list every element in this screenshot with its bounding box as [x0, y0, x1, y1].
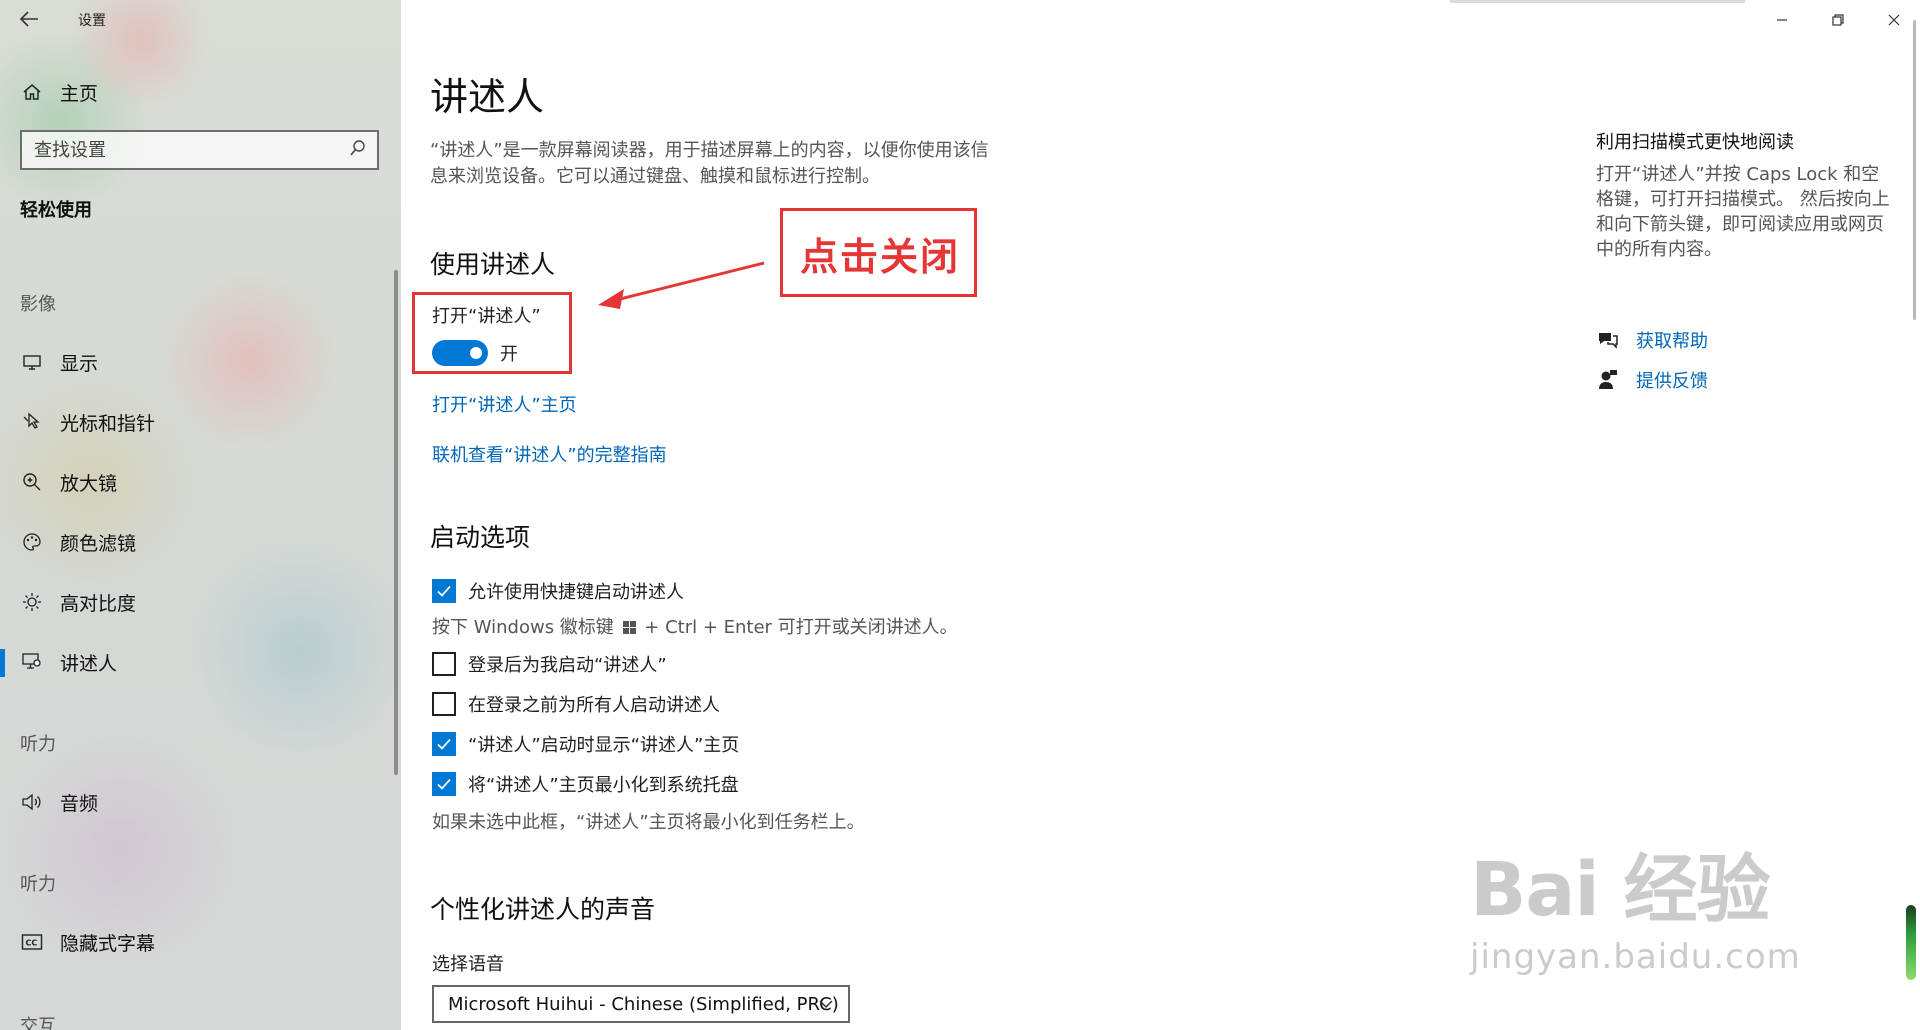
sidebar-item-label: 主页: [60, 82, 99, 105]
sidebar-item-high-contrast[interactable]: 高对比度: [0, 582, 390, 622]
get-help-link[interactable]: 获取帮助: [1596, 326, 1708, 354]
narrator-icon: [20, 650, 44, 674]
checkbox-before-login-row[interactable]: 在登录之前为所有人启动讲述人: [432, 690, 720, 718]
sidebar-item-magnifier[interactable]: 放大镜: [0, 462, 390, 502]
sidebar-item-cursor[interactable]: 光标和指针: [0, 402, 390, 442]
shortcut-hint: 按下 Windows 徽标键 + Ctrl + Enter 可打开或关闭讲述人。: [432, 613, 958, 639]
tip-title: 利用扫描模式更快地阅读: [1596, 132, 1794, 153]
search-box: [20, 130, 379, 170]
feedback-label: 提供反馈: [1636, 371, 1708, 392]
checkbox-after-login-row[interactable]: 登录后为我启动“讲述人”: [432, 650, 667, 678]
watermark: Bai 经验 jingyan.baidu.com: [1470, 830, 1801, 977]
palette-icon: [20, 530, 44, 554]
watermark-logo: Bai 经验: [1470, 847, 1770, 933]
get-help-label: 获取帮助: [1636, 331, 1708, 352]
section-startup: 启动选项: [430, 523, 531, 552]
sidebar-item-label: 光标和指针: [60, 412, 156, 435]
chevron-down-icon: [819, 1000, 833, 1009]
sidebar-item-label: 讲述人: [60, 652, 118, 675]
checkbox-label: 在登录之前为所有人启动讲述人: [468, 695, 720, 716]
section-use-narrator: 使用讲述人: [430, 250, 556, 279]
sidebar-item-captions[interactable]: CC 隐藏式字幕: [0, 922, 390, 962]
sidebar-item-narrator[interactable]: 讲述人: [0, 642, 390, 682]
sidebar-item-color-filter[interactable]: 颜色滤镜: [0, 522, 390, 562]
sidebar-item-home[interactable]: 主页: [0, 72, 390, 112]
annotation-arrow-icon: [598, 261, 765, 309]
side-indicator: [1906, 905, 1916, 980]
narrator-home-link[interactable]: 打开“讲述人”主页: [432, 391, 577, 417]
group-label-interaction: 交互: [20, 1016, 56, 1030]
minimize-hint: 如果未选中此框，“讲述人”主页将最小化到任务栏上。: [432, 812, 865, 833]
sidebar-item-display[interactable]: 显示: [0, 342, 390, 382]
group-label-vision: 影像: [20, 294, 56, 315]
app-title: 设置: [78, 13, 106, 29]
feedback-link[interactable]: 提供反馈: [1596, 366, 1708, 394]
checkbox-show-home-row[interactable]: “讲述人”启动时显示“讲述人”主页: [432, 730, 739, 758]
checkbox-label: 登录后为我启动“讲述人”: [468, 655, 667, 676]
voice-select[interactable]: Microsoft Huihui - Chinese (Simplified, …: [432, 985, 850, 1023]
taskbar-edge: [1450, 0, 1745, 3]
checkbox-label: “讲述人”启动时显示“讲述人”主页: [468, 735, 740, 756]
back-arrow-icon[interactable]: [18, 8, 42, 32]
checkbox-shortcut[interactable]: [432, 579, 456, 603]
sidebar-item-label: 隐藏式字幕: [60, 932, 156, 955]
checkbox-label: 将“讲述人”主页最小化到系统托盘: [468, 775, 739, 796]
captions-icon: CC: [20, 930, 44, 954]
checkbox-shortcut-row[interactable]: 允许使用快捷键启动讲述人: [432, 577, 684, 605]
sidebar-item-label: 显示: [60, 352, 99, 375]
narrator-guide-link[interactable]: 联机查看“讲述人”的完整指南: [432, 441, 667, 467]
tip-body: 打开“讲述人”并按 Caps Lock 和空格键，可打开扫描模式。 然后按向上和…: [1596, 164, 1890, 260]
checkbox-minimize[interactable]: [432, 772, 456, 796]
home-icon: [20, 80, 44, 104]
sidebar: 设置 主页 轻松使用 影像 显示 光标和指针 放大镜 颜: [0, 0, 401, 1030]
sun-icon: [20, 590, 44, 614]
sidebar-item-label: 颜色滤镜: [60, 532, 137, 555]
sidebar-item-label: 音频: [60, 792, 99, 815]
watermark-url: jingyan.baidu.com: [1470, 937, 1801, 977]
annotation-text: 点击关闭: [800, 235, 961, 279]
minimize-button[interactable]: [1762, 6, 1802, 34]
magnifier-icon: [20, 470, 44, 494]
checkbox-label: 允许使用快捷键启动讲述人: [468, 582, 684, 603]
hint-text-post: + Ctrl + Enter 可打开或关闭讲述人。: [644, 617, 958, 638]
search-icon[interactable]: [349, 139, 367, 159]
checkbox-after-login[interactable]: [432, 652, 456, 676]
group-label-hearing: 听力: [20, 734, 56, 755]
annotation-highlight-box: [412, 292, 572, 374]
sidebar-item-audio[interactable]: 音频: [0, 782, 390, 822]
windows-logo-icon: [622, 621, 636, 634]
checkbox-show-home[interactable]: [432, 732, 456, 756]
category-title: 轻松使用: [20, 200, 92, 221]
sidebar-scrollbar[interactable]: [394, 270, 398, 775]
chat-help-icon: [1596, 328, 1620, 352]
hint-text-pre: 按下 Windows 徽标键: [432, 617, 614, 638]
feedback-icon: [1596, 368, 1620, 392]
voice-select-label: 选择语音: [432, 954, 504, 975]
pointer-icon: [20, 410, 44, 434]
main-scrollbar[interactable]: [1913, 20, 1916, 320]
monitor-icon: [20, 350, 44, 374]
section-voice: 个性化讲述人的声音: [430, 895, 656, 924]
sidebar-item-label: 放大镜: [60, 472, 118, 495]
page-title: 讲述人: [430, 75, 545, 119]
svg-text:CC: CC: [26, 939, 38, 948]
page-description: “讲述人”是一款屏幕阅读器，用于描述屏幕上的内容，以便你使用该信息来浏览设备。它…: [430, 140, 989, 187]
sidebar-item-label: 高对比度: [60, 592, 137, 615]
checkbox-minimize-row[interactable]: 将“讲述人”主页最小化到系统托盘: [432, 770, 739, 798]
group-label-hearing-2: 听力: [20, 874, 56, 895]
checkbox-before-login[interactable]: [432, 692, 456, 716]
voice-select-value: Microsoft Huihui - Chinese (Simplified, …: [448, 993, 839, 1015]
speaker-icon: [20, 790, 44, 814]
search-input[interactable]: [22, 139, 342, 161]
restore-button[interactable]: [1818, 6, 1858, 34]
close-button[interactable]: [1874, 6, 1914, 34]
